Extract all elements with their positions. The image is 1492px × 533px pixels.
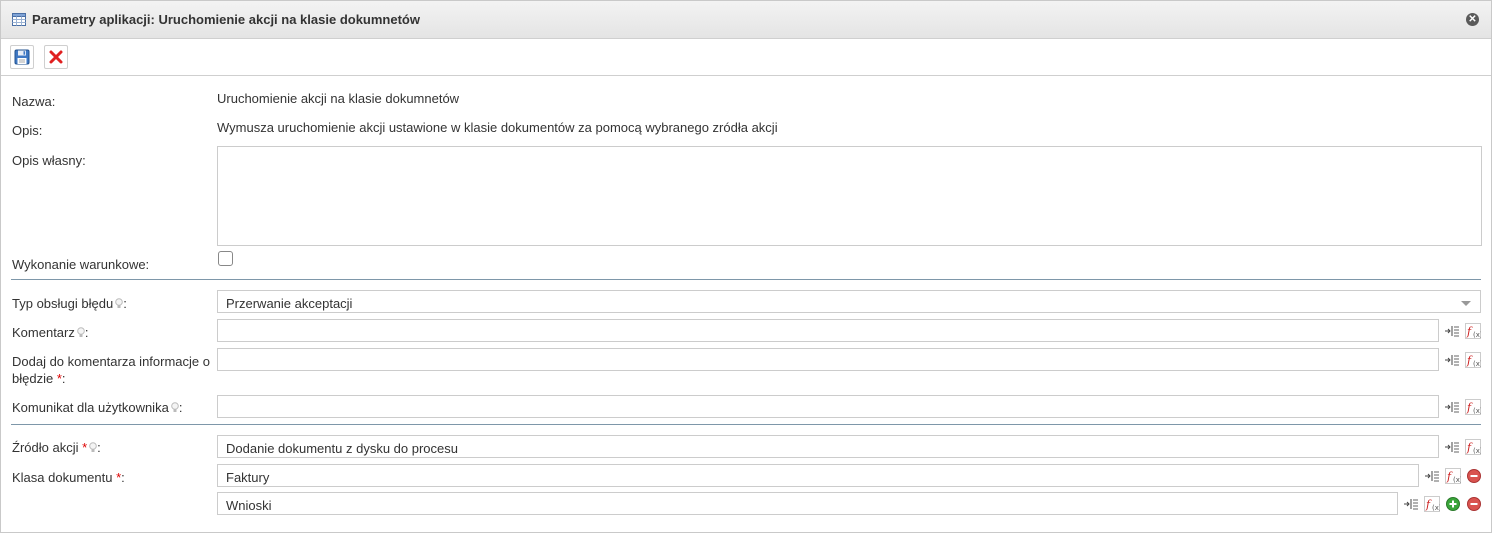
document-class-input-2[interactable]: Wnioski (217, 492, 1398, 515)
function-icon[interactable]: f(x) (1465, 352, 1481, 368)
section-divider (11, 279, 1481, 280)
insert-variable-icon[interactable] (1444, 399, 1460, 415)
error-handling-label-text: Typ obsługi błędu (12, 296, 114, 311)
close-icon[interactable]: ✕ (1466, 13, 1479, 26)
action-source-input[interactable]: Dodanie dokumentu z dysku do procesu (217, 435, 1439, 458)
remove-icon[interactable] (1466, 468, 1482, 484)
svg-text:(x): (x) (1473, 331, 1481, 339)
function-icon[interactable]: f(x) (1424, 496, 1440, 512)
colon: : (61, 371, 66, 386)
comment-label-text: Komentarz (12, 325, 75, 340)
floppy-disk-icon (14, 49, 30, 65)
svg-text:(x): (x) (1473, 360, 1481, 368)
document-class-value-1: Faktury (226, 470, 270, 485)
colon: : (178, 400, 183, 415)
name-label: Nazwa: (12, 94, 56, 109)
colon: : (97, 440, 101, 455)
own-description-label: Opis własny: (12, 153, 86, 168)
document-class-value-2: Wnioski (226, 498, 272, 513)
add-icon[interactable] (1445, 496, 1461, 512)
lightbulb-icon[interactable] (89, 440, 97, 452)
cancel-button[interactable] (44, 45, 68, 69)
section-divider (11, 424, 1481, 425)
remove-icon[interactable] (1466, 496, 1482, 512)
description-value: Wymusza uruchomienie akcji ustawione w k… (217, 120, 778, 135)
action-source-label: Źródło akcji *: (12, 439, 101, 456)
add-error-info-label-line1: Dodaj do komentarza informacje o (12, 354, 210, 369)
chevron-down-icon (1461, 301, 1471, 306)
svg-text:(x): (x) (1453, 476, 1461, 484)
error-handling-value: Przerwanie akceptacji (226, 296, 353, 311)
add-error-info-label: Dodaj do komentarza informacje o błędzie… (12, 353, 210, 387)
user-message-label: Komunikat dla użytkownika: (12, 399, 182, 416)
function-icon[interactable]: f(x) (1445, 468, 1461, 484)
dialog-titlebar: Parametry aplikacji: Uruchomienie akcji … (1, 1, 1491, 39)
error-handling-label: Typ obsługi błędu: (12, 295, 127, 312)
name-value: Uruchomienie akcji na klasie dokumnetów (217, 91, 460, 106)
svg-text:(x): (x) (1473, 407, 1481, 415)
lightbulb-icon[interactable] (77, 325, 85, 337)
app-parameters-dialog: Parametry aplikacji: Uruchomienie akcji … (0, 0, 1492, 533)
insert-variable-icon[interactable] (1403, 496, 1419, 512)
document-class-label: Klasa dokumentu *: (12, 469, 125, 486)
svg-text:(x): (x) (1432, 504, 1440, 512)
user-message-input[interactable] (217, 395, 1439, 418)
comment-input[interactable] (217, 319, 1439, 342)
lightbulb-icon[interactable] (171, 400, 179, 412)
error-handling-select[interactable]: Przerwanie akceptacji (217, 290, 1481, 313)
action-source-label-text: Źródło akcji (12, 440, 79, 455)
colon: : (84, 325, 89, 340)
conditional-execution-checkbox[interactable] (218, 251, 233, 266)
document-class-input-1[interactable]: Faktury (217, 464, 1419, 487)
user-message-label-text: Komunikat dla użytkownika (12, 400, 169, 415)
action-source-value: Dodanie dokumentu z dysku do procesu (226, 441, 458, 456)
function-icon[interactable]: f(x) (1465, 323, 1481, 339)
conditional-execution-label: Wykonanie warunkowe: (12, 257, 150, 272)
save-button[interactable] (10, 45, 34, 69)
add-error-info-input[interactable] (217, 348, 1439, 371)
colon: : (121, 470, 125, 485)
function-icon[interactable]: f(x) (1465, 399, 1481, 415)
comment-label: Komentarz: (12, 324, 89, 341)
colon: : (123, 296, 127, 311)
svg-text:(x): (x) (1473, 447, 1481, 455)
add-error-info-label-line2: błędzie (12, 371, 54, 386)
own-description-textarea[interactable] (217, 146, 1482, 246)
insert-variable-icon[interactable] (1444, 352, 1460, 368)
description-label: Opis: (12, 123, 43, 138)
insert-variable-icon[interactable] (1444, 439, 1460, 455)
required-mark: * (82, 440, 88, 455)
toolbar (1, 39, 1491, 76)
function-icon[interactable]: f(x) (1465, 439, 1481, 455)
red-x-icon (49, 50, 63, 64)
document-class-label-text: Klasa dokumentu (12, 470, 113, 485)
insert-variable-icon[interactable] (1424, 468, 1440, 484)
insert-variable-icon[interactable] (1444, 323, 1460, 339)
dialog-title: Parametry aplikacji: Uruchomienie akcji … (32, 12, 420, 27)
lightbulb-icon[interactable] (115, 296, 123, 308)
table-icon (12, 13, 26, 26)
